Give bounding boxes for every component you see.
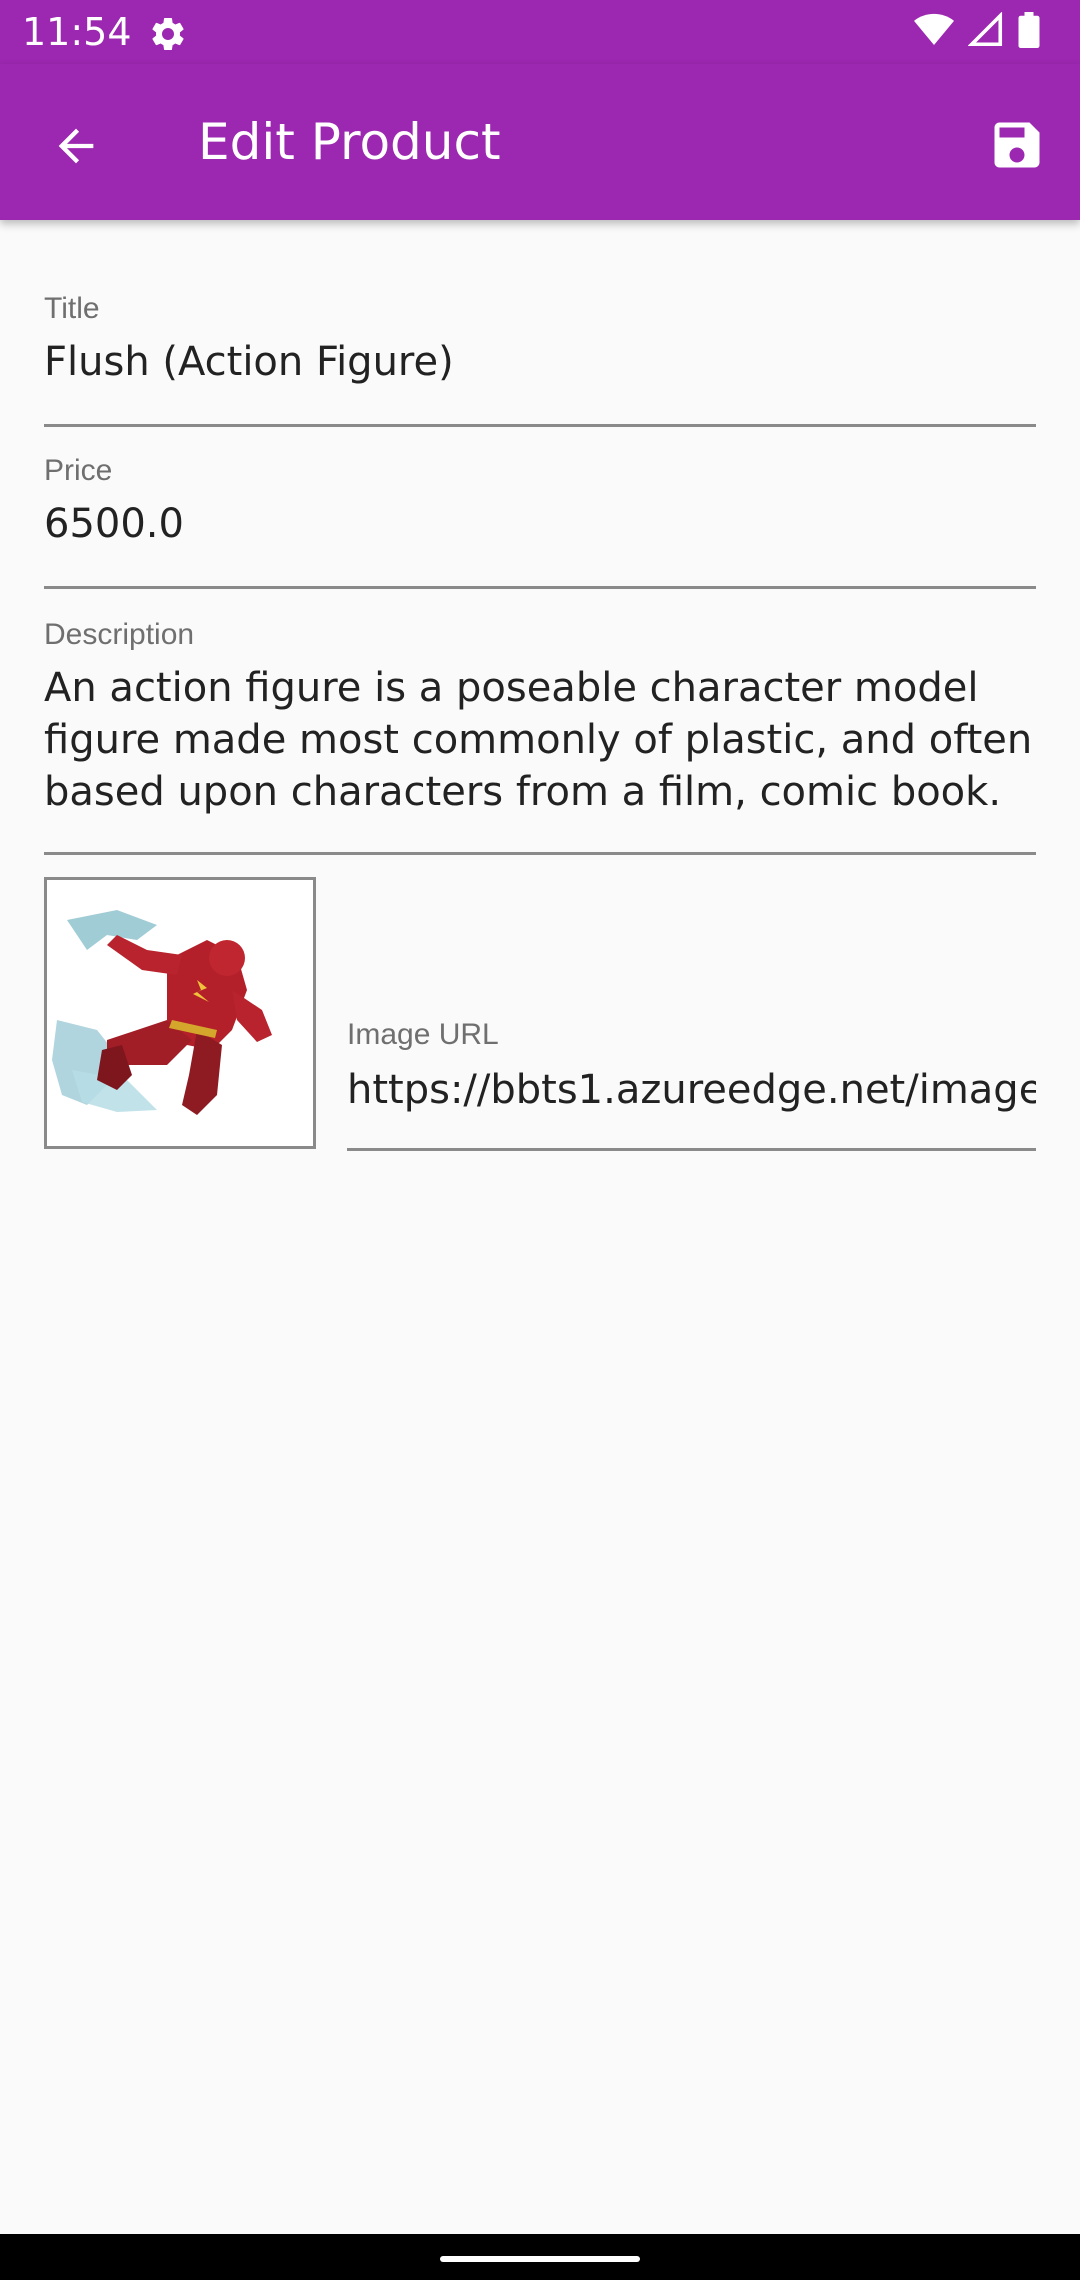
system-nav-bar	[0, 2234, 1080, 2280]
home-gesture-handle[interactable]	[440, 2256, 640, 2262]
price-underline	[44, 586, 1036, 589]
description-underline	[44, 852, 1036, 855]
back-button[interactable]	[40, 112, 112, 184]
status-bar: 11:54	[0, 0, 1080, 64]
signal-icon	[967, 11, 1004, 52]
save-button[interactable]	[974, 104, 1060, 190]
title-field[interactable]: Title Flush (Action Figure)	[44, 290, 1036, 428]
status-icons	[914, 11, 1040, 52]
page-title: Edit Product	[198, 113, 501, 171]
battery-icon	[1018, 12, 1040, 52]
title-input[interactable]: Flush (Action Figure)	[44, 336, 1036, 388]
title-label: Title	[44, 292, 100, 325]
image-url-underline	[347, 1148, 1036, 1151]
gear-icon	[148, 14, 188, 54]
status-time: 11:54	[22, 10, 132, 54]
price-field[interactable]: Price 6500.0	[44, 452, 1036, 590]
product-image-preview	[44, 877, 316, 1149]
wifi-icon	[914, 13, 954, 51]
image-url-label: Image URL	[347, 1018, 499, 1051]
save-icon	[987, 115, 1047, 179]
image-url-input[interactable]: https://bbts1.azureedge.net/images/	[347, 1064, 1036, 1116]
title-underline	[44, 424, 1036, 427]
arrow-back-icon	[50, 120, 102, 176]
app-bar: Edit Product	[0, 64, 1080, 220]
image-url-field[interactable]: Image URL https://bbts1.azureedge.net/im…	[347, 1016, 1036, 1151]
price-label: Price	[44, 454, 113, 487]
description-input[interactable]: An action figure is a poseable character…	[44, 662, 1036, 818]
price-input[interactable]: 6500.0	[44, 498, 1036, 550]
description-label: Description	[44, 618, 195, 651]
action-figure-image	[47, 880, 313, 1146]
description-field[interactable]: Description An action figure is a poseab…	[44, 616, 1036, 858]
